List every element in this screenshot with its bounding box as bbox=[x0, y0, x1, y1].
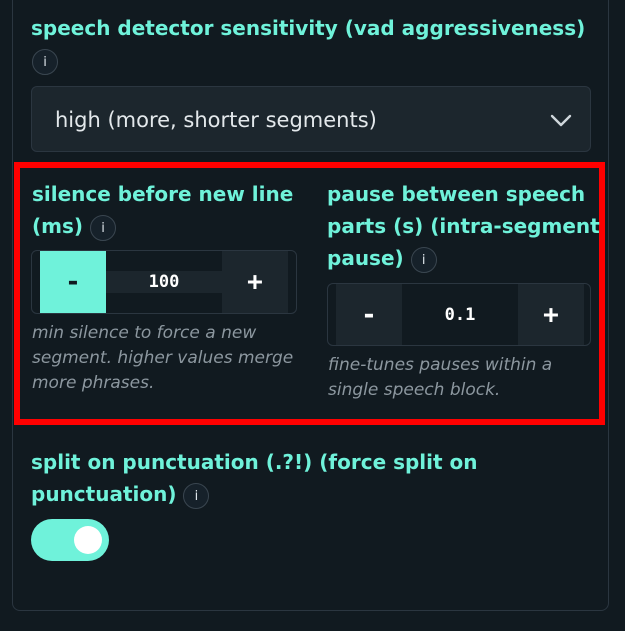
silence-label: silence before new line (ms) i bbox=[32, 178, 293, 242]
silence-value: 100 bbox=[106, 271, 222, 293]
pause-help: fine-tunes pauses within a single speech… bbox=[328, 355, 553, 400]
silence-stepper: - 100 + bbox=[31, 250, 297, 314]
vad-label: speech detector sensitivity (vad aggress… bbox=[31, 16, 586, 40]
pause-label: pause between speech parts (s) (intra-se… bbox=[327, 178, 600, 274]
silence-info-icon[interactable]: i bbox=[90, 214, 116, 241]
split-info-icon[interactable]: i bbox=[183, 482, 210, 509]
pause-decrement-button[interactable]: - bbox=[336, 284, 402, 345]
pause-info-icon[interactable]: i bbox=[410, 246, 437, 273]
pause-stepper: - 0.1 + bbox=[327, 283, 591, 346]
silence-help: min silence to force a new segment. high… bbox=[32, 323, 294, 393]
vad-select[interactable]: high (more, shorter segments) bbox=[31, 86, 591, 152]
silence-increment-button[interactable]: + bbox=[222, 251, 288, 313]
chevron-down-icon bbox=[550, 114, 572, 127]
pause-value[interactable]: 0.1 bbox=[402, 284, 518, 345]
vad-select-value: high (more, shorter segments) bbox=[55, 108, 377, 132]
split-label: split on punctuation (.?!) (force split … bbox=[31, 446, 478, 510]
silence-value-field[interactable]: 100 bbox=[106, 251, 222, 313]
toggle-knob bbox=[74, 526, 102, 554]
pause-increment-button[interactable]: + bbox=[518, 284, 584, 345]
vad-info-icon[interactable]: i bbox=[32, 49, 58, 75]
silence-decrement-button[interactable]: - bbox=[40, 251, 106, 313]
split-toggle[interactable] bbox=[31, 519, 109, 561]
